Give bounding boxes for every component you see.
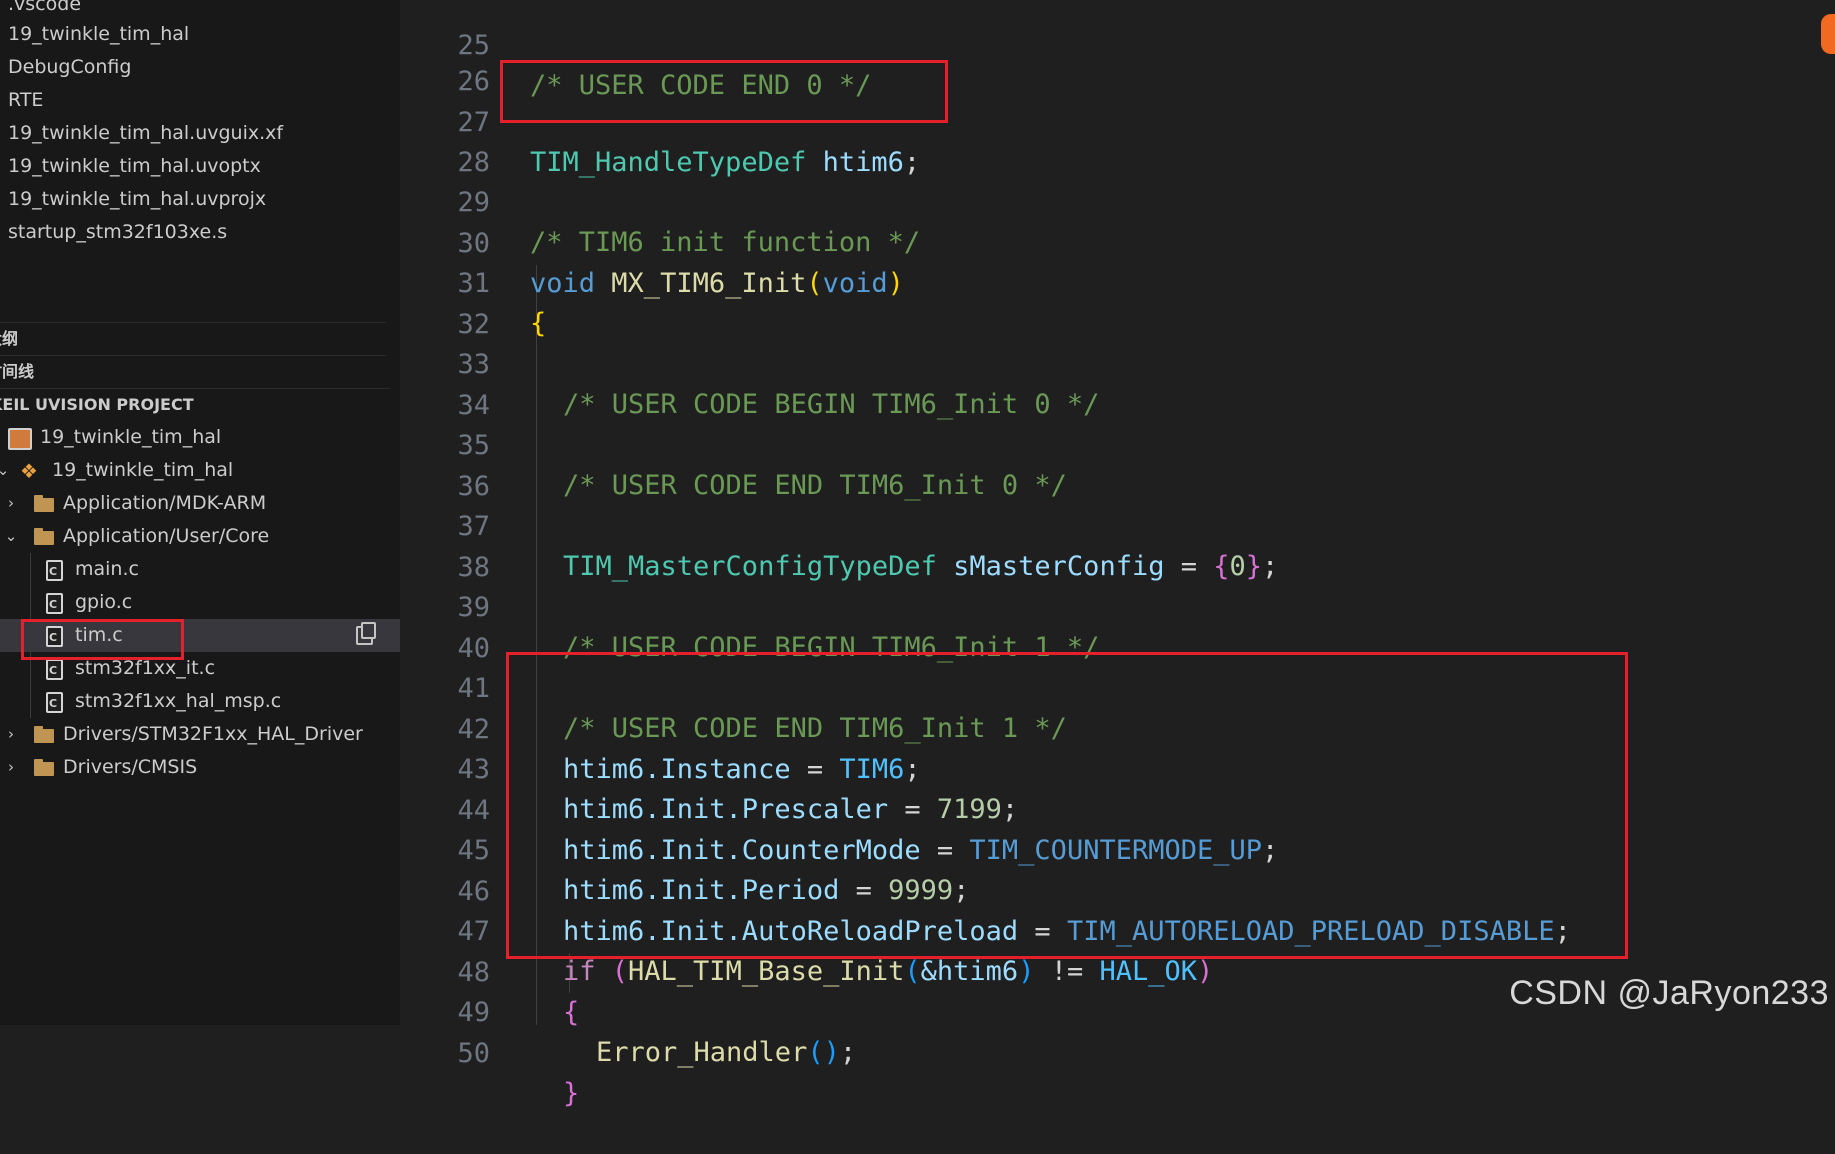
tree-file-msp[interactable]: stm32f1xx_hal_msp.c [0,685,400,720]
tree-workspace-label: 19_twinkle_tim_hal [40,426,222,448]
sidebar: .vscode 19_twinkle_tim_hal DebugConfig R… [0,0,400,1025]
c-file-icon [46,654,63,687]
chevron-down-icon[interactable]: ⌄ [0,454,10,487]
folder-icon [34,726,54,743]
code-line-28[interactable]: 28 [400,103,1835,178]
punctuation: ; [839,1037,857,1068]
explorer-item-uvoptx[interactable]: 19_twinkle_tim_hal.uvoptx [8,151,261,181]
code-line-35[interactable]: 35 /* USER CODE END TIM6_Init 0 */ [400,386,1835,501]
code-line-31[interactable]: 31 { [400,224,1835,339]
tree-file-main[interactable]: main.c [0,553,400,588]
code-line-48[interactable]: 48 { [400,913,1835,1028]
explorer-item-startup[interactable]: startup_stm32f103xe.s [8,217,227,247]
chevron-down-icon[interactable]: ⌄ [4,520,18,553]
code-line-43[interactable]: 43 htim6.Init.Prescaler = 7199; [400,710,1835,825]
project-icon [8,428,32,450]
tree-group-label: Drivers/STM32F1xx_HAL_Driver [63,723,363,745]
code-line-42[interactable]: 42 htim6.Instance = TIM6; [400,670,1835,785]
code-line-27[interactable]: 27 TIM_HandleTypeDef htim6; [400,63,1835,178]
section-outline[interactable]: 大纲 [0,322,386,355]
code-line-26[interactable]: 26 [400,22,1835,97]
line-number: 50 [457,1038,490,1069]
code-line-32[interactable]: 32 [400,265,1835,340]
c-file-icon [46,687,63,720]
tree-group-label: Drivers/CMSIS [63,756,198,778]
code-line-30[interactable]: 30 void MX_TIM6_Init(void) [400,184,1835,299]
watermark: CSDN @JaRyon233 [1509,974,1829,1012]
corner-badge-icon [1821,14,1835,54]
code-line-36[interactable]: 36 [400,427,1835,502]
code-line-38[interactable]: 38 [400,508,1835,583]
section-keil-project[interactable]: KEIL UVISION PROJECT [0,388,390,421]
explorer-item-vscode[interactable]: .vscode [8,0,81,19]
code-editor[interactable]: 25 /* USER CODE END 0 */ 26 27 TIM_Handl… [400,0,1835,1109]
tree-file-label: stm32f1xx_hal_msp.c [75,690,282,712]
code-line-40[interactable]: 40 [400,589,1835,664]
tree-workspace[interactable]: 19_twinkle_tim_hal [0,421,400,454]
chevron-right-icon[interactable]: › [4,751,18,784]
explorer-item-rte[interactable]: RTE [8,85,43,115]
chevron-right-icon[interactable]: › [4,487,18,520]
tree-target[interactable]: ⌄ ❖ 19_twinkle_tim_hal [0,454,400,487]
folder-icon [34,528,54,545]
tree-group-mdk-arm[interactable]: › Application/MDK-ARM [0,487,400,520]
tree-file-tim[interactable]: tim.c [0,619,400,654]
bracket: } [563,1078,580,1109]
explorer-item-uvguix[interactable]: 19_twinkle_tim_hal.uvguix.xf [8,118,283,148]
c-file-icon [46,621,63,654]
code-line-37[interactable]: 37 TIM_MasterConfigTypeDef sMasterConfig… [400,467,1835,582]
code-line-41[interactable]: 41 /* USER CODE END TIM6_Init 1 */ [400,629,1835,744]
folder-icon [34,759,54,776]
explorer-item-folder[interactable]: 19_twinkle_tim_hal [8,19,189,49]
code-text: } [563,1074,579,1114]
c-file-icon [46,588,63,621]
code-line-29[interactable]: 29 /* TIM6 init function */ [400,143,1835,258]
folder-icon [34,495,54,512]
tree-file-label: main.c [75,558,139,580]
tree-file-it[interactable]: stm32f1xx_it.c [0,652,400,687]
code-line-46[interactable]: 46 htim6.Init.AutoReloadPreload = TIM_AU… [400,832,1835,947]
code-line-44[interactable]: 44 htim6.Init.CounterMode = TIM_COUNTERM… [400,751,1835,866]
chevron-right-icon[interactable]: › [4,718,18,751]
function-name: Error_Handler [596,1037,808,1068]
tree-group-cmsis[interactable]: › Drivers/CMSIS [0,751,400,784]
tree-file-label: stm32f1xx_it.c [75,657,216,679]
code-line-34[interactable]: 34 [400,346,1835,421]
open-copy-icon[interactable] [356,622,376,645]
code-line-45[interactable]: 45 htim6.Init.Period = 9999; [400,791,1835,906]
code-text: Error_Handler(); [596,1033,856,1073]
target-icon: ❖ [20,459,38,483]
section-timeline[interactable]: 时间线 [0,355,386,388]
tree-file-label: tim.c [75,624,123,646]
code-line-39[interactable]: 39 /* USER CODE BEGIN TIM6_Init 1 */ [400,548,1835,663]
tree-group-user-core[interactable]: ⌄ Application/User/Core [0,520,400,553]
tree-group-label: Application/User/Core [63,525,270,547]
explorer-item-uvprojx[interactable]: 19_twinkle_tim_hal.uvprojx [8,184,266,214]
tree-group-hal-driver[interactable]: › Drivers/STM32F1xx_HAL_Driver [0,718,400,751]
c-file-icon [46,555,63,588]
tree-file-label: gpio.c [75,591,133,613]
tree-file-gpio[interactable]: gpio.c [0,586,400,621]
code-line-47[interactable]: 47 if (HAL_TIM_Base_Init(&htim6) != HAL_… [400,872,1835,987]
tree-target-label: 19_twinkle_tim_hal [52,459,234,481]
bracket: () [807,1037,840,1068]
tree-group-label: Application/MDK-ARM [63,492,267,514]
explorer-item-debugconfig[interactable]: DebugConfig [8,52,131,82]
code-line-33[interactable]: 33 /* USER CODE BEGIN TIM6_Init 0 */ [400,305,1835,420]
